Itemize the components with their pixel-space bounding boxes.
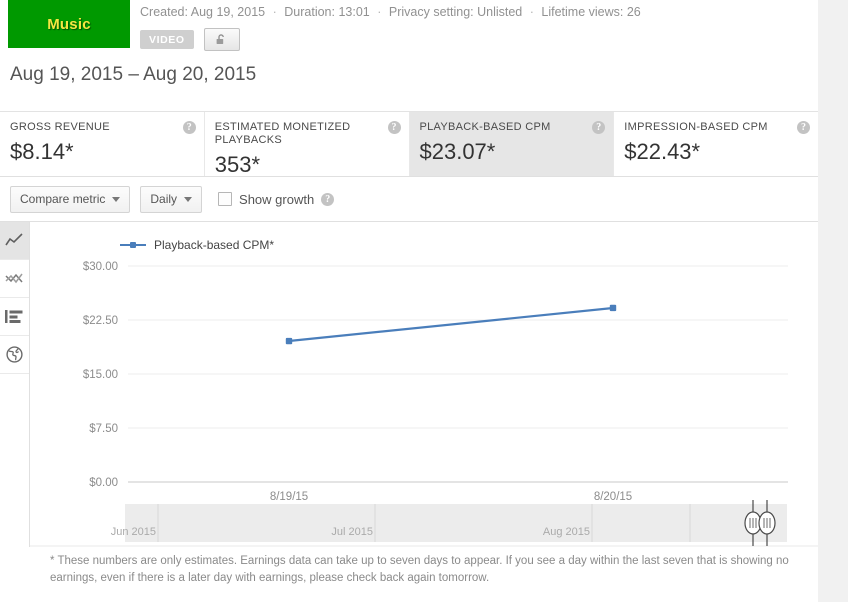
video-duration: Duration: 13:01 xyxy=(284,5,370,19)
metric-card-impression-based-cpm[interactable]: IMPRESSION-BASED CPM $22.43* ? xyxy=(614,112,818,176)
video-badge-row: VIDEO xyxy=(140,28,240,51)
video-lifetime-views: Lifetime views: 26 xyxy=(541,5,641,19)
interval-label: Daily xyxy=(150,192,178,206)
multiline-chart-icon xyxy=(5,271,24,286)
video-created: Created: Aug 19, 2015 xyxy=(140,5,266,19)
metric-card-playback-based-cpm[interactable]: PLAYBACK-BASED CPM $23.07* ? xyxy=(409,112,615,176)
metric-card-gross-revenue[interactable]: GROSS REVENUE $8.14* ? xyxy=(0,112,205,176)
estimates-footnote: * These numbers are only estimates. Earn… xyxy=(50,555,789,584)
metric-card-value: $22.43* xyxy=(624,139,701,164)
video-meta: Created: Aug 19, 2015 · Duration: 13:01 … xyxy=(140,5,641,19)
help-icon[interactable]: ? xyxy=(182,121,196,134)
globe-icon xyxy=(6,346,23,363)
y-axis-tick-label: $15.00 xyxy=(83,369,118,381)
sidebar-item-multiline-chart[interactable] xyxy=(0,260,29,298)
meta-separator-1: · xyxy=(272,5,277,19)
y-axis-tick-label: $0.00 xyxy=(89,477,118,489)
chart-legend: Playback-based CPM* xyxy=(120,238,274,252)
meta-separator-2: · xyxy=(377,5,382,19)
show-growth-label: Show growth xyxy=(239,191,315,207)
video-type-badge: VIDEO xyxy=(140,30,194,49)
chart-toolbar: Compare metric Daily Show growth ? xyxy=(0,177,818,222)
metric-card-label: PLAYBACK-BASED CPM xyxy=(419,121,551,133)
metric-card-label: GROSS REVENUE xyxy=(10,121,110,133)
analytics-page: Music Created: Aug 19, 2015 · Duration: … xyxy=(0,0,848,602)
compare-metric-button[interactable]: Compare metric xyxy=(10,185,131,213)
metric-card-label: ESTIMATED MONETIZED PLAYBACKS xyxy=(214,121,351,146)
legend-swatch xyxy=(120,242,146,248)
timeline-month-label: Aug 2015 xyxy=(543,526,590,538)
content-panel: Music Created: Aug 19, 2015 · Duration: … xyxy=(0,0,818,602)
unlock-icon[interactable] xyxy=(203,28,240,51)
interval-dropdown[interactable]: Daily xyxy=(140,185,203,213)
line-chart-plot[interactable]: $30.00$22.50$15.00$7.50$0.008/19/15 8/20/… xyxy=(30,222,818,522)
video-header: Music Created: Aug 19, 2015 · Duration: … xyxy=(0,0,818,52)
video-thumbnail-label: Music xyxy=(47,15,91,33)
video-privacy: Privacy setting: Unlisted xyxy=(388,5,523,19)
compare-metric-label: Compare metric xyxy=(20,192,106,206)
line-chart-icon xyxy=(5,233,24,248)
page-scrollbar-track[interactable] xyxy=(818,0,848,602)
sidebar-item-bar-chart[interactable] xyxy=(0,298,29,336)
sidebar-item-line-chart[interactable] xyxy=(0,222,29,260)
metric-card-value: 353* xyxy=(214,152,261,177)
chart-type-sidebar xyxy=(0,222,30,547)
help-icon[interactable]: ? xyxy=(797,121,810,134)
timeline-range-selector[interactable]: Jun 2015 Jul 2015 Aug 2015 xyxy=(30,500,818,548)
chart-panel: Playback-based CPM* $30.00 $22.50 $15.00 $7… xyxy=(30,222,818,547)
metric-cards: GROSS REVENUE $8.14* ? ESTIMATED MONETIZ… xyxy=(0,111,818,177)
y-axis-tick-label: $7.50 xyxy=(89,423,118,435)
help-icon[interactable]: ? xyxy=(387,121,401,134)
legend-label: Playback-based CPM* xyxy=(154,238,275,252)
bar-chart-icon xyxy=(5,309,24,324)
help-icon[interactable]: ? xyxy=(592,121,606,134)
chevron-down-icon xyxy=(184,196,193,202)
y-axis-tick-label: $30.00 xyxy=(83,261,118,273)
help-icon[interactable]: ? xyxy=(321,192,335,206)
data-point[interactable] xyxy=(609,304,617,312)
timeline-month-label: Jun 2015 xyxy=(111,526,156,538)
chevron-down-icon xyxy=(112,196,121,202)
y-axis-tick-label: $22.50 xyxy=(83,315,118,327)
data-point[interactable] xyxy=(285,337,293,345)
sidebar-item-geography[interactable] xyxy=(0,336,29,374)
metric-card-value: $8.14* xyxy=(10,139,74,164)
metric-card-value: $23.07* xyxy=(419,139,496,164)
metric-card-estimated-monetized-playbacks[interactable]: ESTIMATED MONETIZED PLAYBACKS 353* ? xyxy=(204,112,410,177)
timeline-month-label: Jul 2015 xyxy=(331,526,373,538)
video-thumbnail[interactable]: Music xyxy=(8,0,130,48)
timeline-track[interactable] xyxy=(125,504,787,542)
show-growth-control: Show growth ? xyxy=(218,191,335,207)
meta-separator-3: · xyxy=(529,5,534,19)
date-range-label: Aug 19, 2015 – Aug 20, 2015 xyxy=(10,64,257,85)
series-line xyxy=(288,306,614,343)
metric-card-label: IMPRESSION-BASED CPM xyxy=(624,121,768,133)
show-growth-checkbox[interactable] xyxy=(218,192,233,206)
